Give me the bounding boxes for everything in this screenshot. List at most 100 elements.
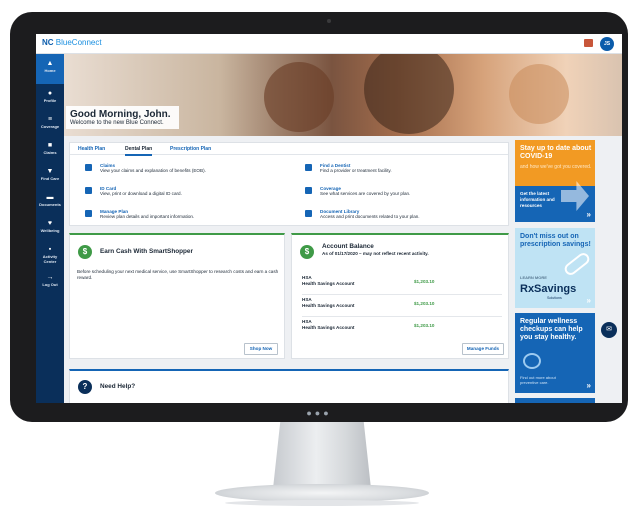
smartshopper-body: Before scheduling your next medical serv… [77,269,279,280]
covid-headline: Stay up to date about COVID-19 [520,145,592,160]
sidebar-item-label: Coverage [40,124,60,129]
sidebar-item-documents[interactable]: ▬ Documents [36,194,64,207]
account-type: HSA [302,319,312,324]
tab-prescription-plan[interactable]: Prescription Plan [170,146,211,152]
greeting-subtitle: Welcome to the new Blue Connect. [70,120,164,126]
rx-headline: Don't miss out on prescription savings! [520,233,591,248]
sidebar-item-label: Home [44,68,56,73]
claims-icon [85,164,92,171]
covid-promo[interactable]: Stay up to date about COVID-19 and how w… [515,140,595,222]
rx-savings-promo[interactable]: Don't miss out on prescription savings! … [515,228,595,308]
hero-photo-shape [364,54,454,134]
monitor-stand [273,422,371,486]
covid-subtext: and how we've got you covered. [520,164,592,170]
tab-health-plan[interactable]: Health Plan [78,146,105,152]
hero-photo-shape [509,64,569,124]
sidebar-item-home[interactable]: ▲ Home [36,54,64,84]
sidebar-item-coverage[interactable]: ≡ Coverage [36,116,64,129]
documents-icon: ▬ [46,194,54,201]
sidebar-item-label: Profile [43,98,57,103]
logo[interactable]: NC BlueConnect [42,38,102,47]
rx-brand-logo: RxSavings [520,283,577,295]
hero-banner: Good Morning, John. Welcome to the new B… [64,54,622,136]
table-row[interactable]: HSA Health Savings Account $1,203.10 [302,297,502,317]
need-help-card: ? Need Help? [69,369,509,403]
avatar[interactable]: JS [600,37,614,51]
sidebar-item-label: Claims [43,150,57,155]
need-help-title: Need Help? [100,383,136,390]
plan-link-desc: See what services are covered by your pl… [320,191,411,196]
sidebar-item-find-care[interactable]: ▼ Find Care [36,168,64,181]
gift-icon[interactable] [584,39,593,47]
table-row[interactable]: HSA Health Savings Account $1,203.10 [302,275,502,295]
chat-icon[interactable]: ✉ [601,322,617,338]
question-icon: ? [78,380,92,394]
wellness-headline: Regular wellness checkups can help you s… [520,318,583,341]
sidebar-item-claims[interactable]: ■ Claims [36,142,64,155]
smartshopper-card: $ Earn Cash With SmartShopper Before sch… [69,233,285,359]
coverage-icon: ≡ [47,116,53,123]
plan-link-desc: Review plan details and important inform… [100,214,195,219]
account-amount: $1,203.10 [414,279,435,284]
monitor-base-shadow [225,500,419,506]
pill-icon [562,250,592,278]
account-balance-card: $ Account Balance As of 01/17/2020 – may… [291,233,509,359]
sidebar-item-profile[interactable]: ● Profile [36,90,64,103]
sidebar-item-label: Activity Center [42,254,58,264]
plan-link-desc: View, print or download a digital ID car… [100,191,182,196]
sidebar-item-activity-center[interactable]: ▪ Activity Center [36,246,64,264]
covid-cta: Get the latest information and resources [520,191,555,208]
greeting-title: Good Morning, John. [70,109,171,120]
app-screen: NC BlueConnect JS ▲ Home ● Profile ≡ Cov… [36,34,622,403]
logout-icon: → [46,274,54,281]
sidebar-item-label: Find Care [40,176,60,181]
account-amount: $1,203.10 [414,323,435,328]
sidebar-item-label: Documents [39,202,61,207]
chevron-right-icon: » [586,210,591,219]
coverage-list-icon [305,187,312,194]
claims-icon: ■ [47,142,53,149]
chevron-right-icon: » [586,381,591,390]
tab-dental-plan[interactable]: Dental Plan [125,146,153,156]
account-balance-title: Account Balance [322,243,374,250]
logo-brand: BlueConnect [55,38,102,47]
wellbeing-icon: ♥ [47,220,53,227]
sidebar-item-log-out[interactable]: → Log Out [36,274,64,287]
greeting-box: Good Morning, John. Welcome to the new B… [66,106,179,129]
account-balance-subtitle: As of 01/17/2020 – may not reflect recen… [322,251,429,256]
sidebar-item-label: Log Out [42,282,58,287]
plan-link-desc: Access and print documents related to yo… [320,214,420,219]
plan-link-desc: Find a provider or treatment facility. [320,168,392,173]
webcam [327,19,331,23]
sidebar-item-wellbeing[interactable]: ♥ Wellbeing [36,220,64,233]
logo-text: NC [42,38,54,47]
profile-icon: ● [47,90,53,97]
account-name: Health Savings Account [302,325,355,330]
table-row[interactable]: HSA Health Savings Account $1,203.10 [302,319,502,339]
sidebar: ▲ Home ● Profile ≡ Coverage ■ Claims ▼ F… [36,54,64,403]
promo-more [515,398,595,403]
rx-brand-sub: Solutions [547,296,562,300]
plan-link-desc: View your claims and explanation of bene… [100,168,206,173]
dollar-icon: $ [300,245,314,259]
chevron-right-icon: » [586,296,591,305]
find-care-icon: ▼ [46,168,54,175]
home-icon: ▲ [46,60,54,67]
wellness-promo[interactable]: Regular wellness checkups can help you s… [515,313,595,393]
stethoscope-icon [523,353,541,369]
gear-icon [85,210,92,217]
activity-icon: ▪ [48,246,52,253]
account-type: HSA [302,275,312,280]
sidebar-item-label: Wellbeing [40,228,60,233]
id-card-icon [85,187,92,194]
account-type: HSA [302,297,312,302]
monitor-indicator-dots: ●●● [306,408,332,418]
account-name: Health Savings Account [302,303,355,308]
plan-tabs: Health Plan Dental Plan Prescription Pla… [70,143,508,156]
shop-now-button[interactable]: Shop Now [244,343,278,355]
folder-icon [305,210,312,217]
cash-icon: $ [78,245,92,259]
manage-funds-button[interactable]: Manage Funds [462,343,504,355]
hero-photo-shape [264,62,334,132]
plans-card: Health Plan Dental Plan Prescription Pla… [69,142,509,226]
